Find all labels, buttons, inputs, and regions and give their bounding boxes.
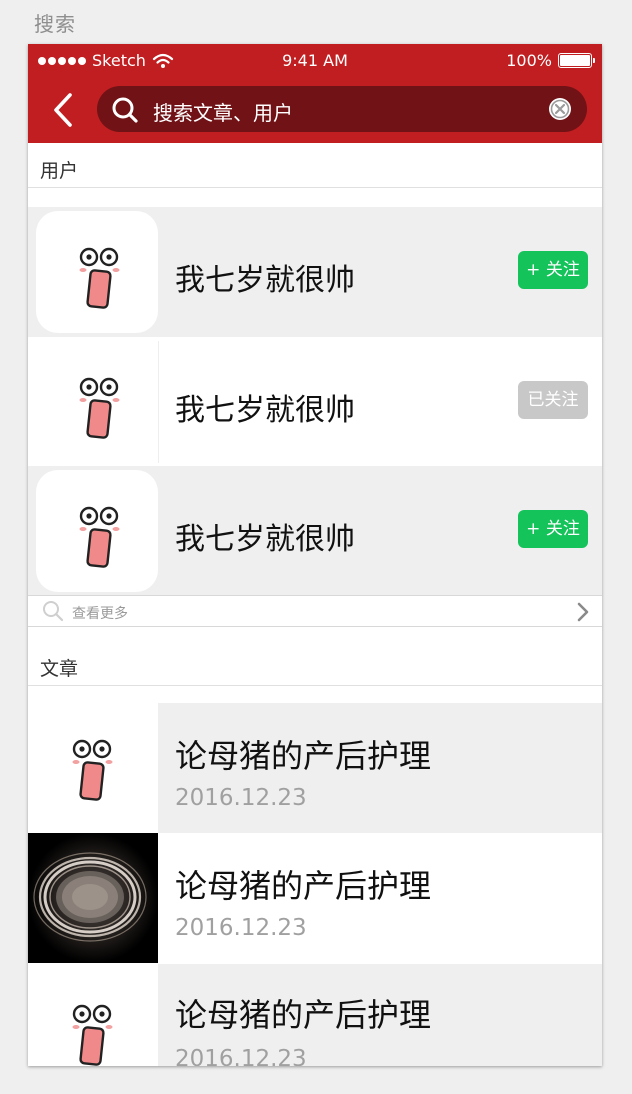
navigation-header: Sketch 9:41 AM 100% 搜索文章、用户 bbox=[28, 44, 602, 143]
back-button[interactable] bbox=[50, 92, 78, 128]
battery-icon bbox=[558, 53, 595, 68]
see-more-label: 查看更多 bbox=[72, 606, 128, 622]
user-name: 我七岁就很帅 bbox=[175, 393, 355, 428]
user-name: 我七岁就很帅 bbox=[175, 263, 355, 298]
articles-section-title: 文章 bbox=[40, 658, 79, 680]
face-avatar-icon bbox=[70, 373, 130, 443]
article-row[interactable]: 论母猪的产后护理 2016.12.23 bbox=[28, 703, 602, 833]
see-more-users[interactable]: 查看更多 bbox=[28, 595, 602, 627]
follow-button[interactable]: + 关注 bbox=[518, 251, 588, 289]
article-row[interactable]: 论母猪的产后护理 2016.12.23 bbox=[28, 964, 602, 1066]
phone-screen: Sketch 9:41 AM 100% 搜索文章、用户 用户 我七岁就很帅 + … bbox=[28, 44, 602, 1066]
article-title: 论母猪的产后护理 bbox=[175, 737, 432, 775]
search-icon bbox=[112, 97, 138, 123]
article-title: 论母猪的产后护理 bbox=[175, 867, 432, 905]
user-row[interactable]: 我七岁就很帅 已关注 bbox=[28, 337, 602, 467]
users-section-title: 用户 bbox=[40, 160, 79, 182]
chevron-right-icon bbox=[577, 602, 589, 622]
article-title: 论母猪的产后护理 bbox=[175, 996, 432, 1034]
article-date: 2016.12.23 bbox=[175, 1046, 307, 1066]
article-thumbnail bbox=[28, 833, 158, 963]
status-bar: Sketch 9:41 AM 100% bbox=[28, 44, 602, 78]
avatar bbox=[36, 211, 158, 333]
article-date: 2016.12.23 bbox=[175, 785, 307, 811]
page-title: 搜索 bbox=[34, 12, 76, 36]
battery-percent: 100% bbox=[506, 51, 552, 70]
search-icon bbox=[43, 601, 64, 622]
face-avatar-icon bbox=[63, 735, 123, 805]
face-avatar-icon bbox=[63, 1000, 123, 1066]
articles-section-header: 文章 bbox=[28, 642, 602, 686]
article-thumbnail bbox=[28, 703, 158, 833]
article-thumbnail bbox=[28, 964, 158, 1066]
avatar bbox=[36, 470, 158, 592]
article-date: 2016.12.23 bbox=[175, 915, 307, 941]
user-row[interactable]: 我七岁就很帅 + 关注 bbox=[28, 466, 602, 596]
search-placeholder: 搜索文章、用户 bbox=[153, 101, 293, 125]
vinyl-disc-image bbox=[28, 833, 158, 963]
users-section-header: 用户 bbox=[28, 144, 602, 188]
face-avatar-icon bbox=[70, 502, 130, 572]
avatar bbox=[36, 341, 159, 463]
search-input[interactable]: 搜索文章、用户 bbox=[97, 86, 587, 132]
article-row[interactable]: 论母猪的产后护理 2016.12.23 bbox=[28, 833, 602, 963]
follow-button[interactable]: + 关注 bbox=[518, 510, 588, 548]
clear-icon[interactable] bbox=[548, 97, 572, 121]
face-avatar-icon bbox=[70, 243, 130, 313]
followed-button[interactable]: 已关注 bbox=[518, 381, 588, 419]
user-name: 我七岁就很帅 bbox=[175, 522, 355, 557]
user-row[interactable]: 我七岁就很帅 + 关注 bbox=[28, 207, 602, 337]
